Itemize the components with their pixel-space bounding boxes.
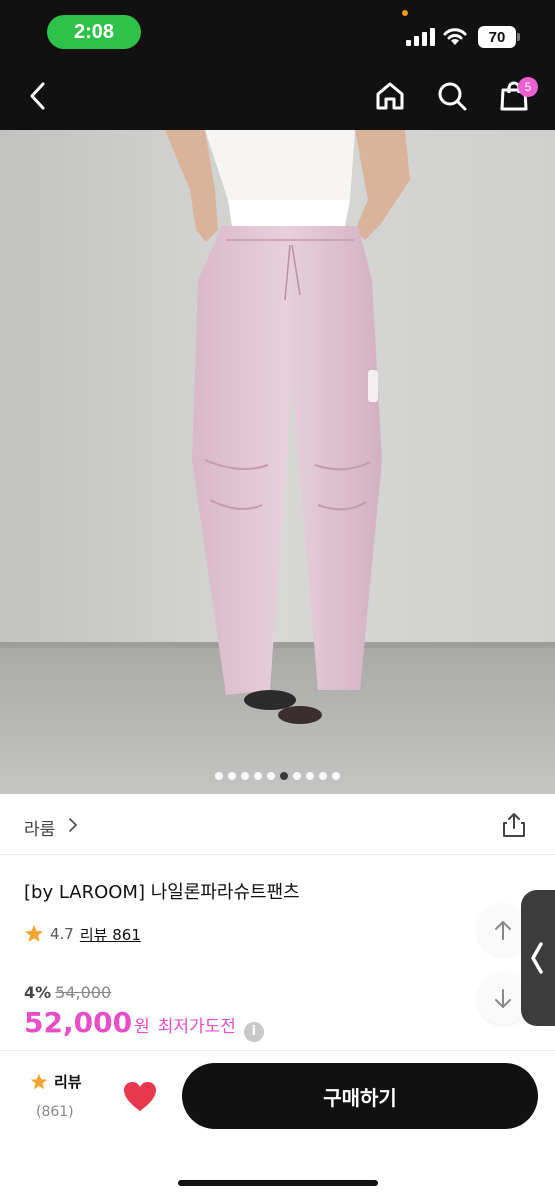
sale-price: 52,000	[24, 1006, 133, 1039]
home-indicator	[178, 1180, 378, 1186]
product-title: [by LAROOM] 나일론파라슈트팬츠	[24, 882, 300, 903]
pager-dot[interactable]	[241, 772, 249, 780]
buy-button[interactable]: 구매하기	[182, 1063, 538, 1129]
bottom-action-bar: 리뷰 (861) 구매하기	[0, 1050, 555, 1200]
search-icon	[438, 82, 467, 111]
review-count-link[interactable]: 리뷰 861	[80, 924, 141, 945]
info-icon[interactable]: i	[243, 1021, 264, 1042]
battery-indicator: 70	[478, 26, 516, 48]
pager-dot[interactable]	[228, 772, 236, 780]
image-pager	[0, 772, 555, 782]
review-summary-text: 리뷰	[54, 1073, 82, 1091]
rating-value: 4.7	[50, 925, 74, 943]
review-summary-count: (861)	[36, 1104, 74, 1120]
chevron-left-icon	[531, 942, 543, 974]
currency-label: 원	[134, 1017, 150, 1037]
star-icon	[30, 1073, 48, 1089]
review-summary[interactable]: 리뷰 (861)	[30, 1071, 100, 1120]
status-bar: 2:08 70	[0, 0, 555, 62]
chevron-left-icon	[30, 82, 45, 110]
search-button[interactable]	[432, 76, 472, 116]
pager-dot[interactable]	[306, 772, 314, 780]
brand-row: 라룸	[0, 795, 555, 855]
lowest-price-label: 최저가도전	[157, 1017, 236, 1037]
top-nav-bar	[0, 62, 555, 130]
battery-tip	[517, 33, 520, 41]
privacy-dot	[402, 10, 408, 16]
chevron-right-icon	[69, 818, 78, 832]
product-image[interactable]	[0, 130, 555, 794]
pager-dot[interactable]	[267, 772, 275, 780]
pager-dot[interactable]	[332, 772, 340, 780]
pager-dot[interactable]	[215, 772, 223, 780]
review-summary-label: 리뷰	[30, 1071, 100, 1092]
side-panel-handle[interactable]	[521, 890, 555, 1026]
discount-row: 4% 54,000	[24, 983, 111, 1002]
share-icon[interactable]	[500, 811, 528, 839]
arrow-down-icon	[495, 989, 511, 1008]
brand-link[interactable]: 라룸	[24, 815, 55, 840]
original-price: 54,000	[55, 983, 112, 1002]
pager-dot[interactable]	[293, 772, 301, 780]
arrow-up-icon	[495, 921, 511, 940]
home-button[interactable]	[370, 76, 410, 116]
back-button[interactable]	[18, 76, 58, 116]
home-icon	[376, 82, 404, 110]
heart-icon[interactable]	[122, 1079, 158, 1115]
pager-dot-active[interactable]	[280, 772, 288, 780]
signal-icon	[406, 28, 435, 46]
wifi-icon	[443, 28, 467, 45]
cart-count-badge: 5	[518, 77, 538, 97]
rating-row: 4.7 리뷰 861	[24, 922, 141, 946]
price-row: 52,000 원 최저가도전 i	[24, 1006, 264, 1042]
pager-dot[interactable]	[319, 772, 327, 780]
product-photo	[0, 130, 555, 794]
discount-rate: 4%	[24, 983, 52, 1002]
status-time: 2:08	[47, 15, 141, 49]
star-icon	[25, 925, 43, 942]
pager-dot[interactable]	[254, 772, 262, 780]
